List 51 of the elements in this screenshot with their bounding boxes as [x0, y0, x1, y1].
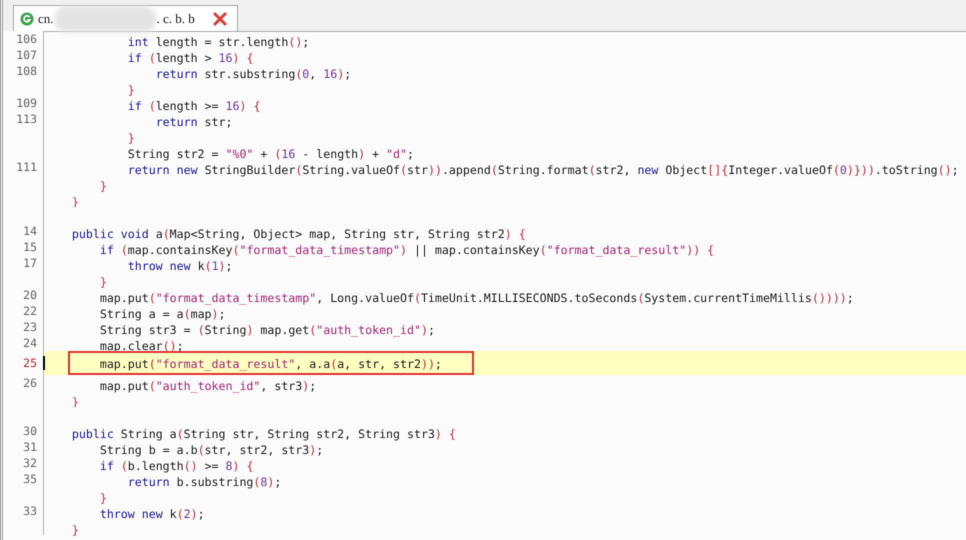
code-line: throw new k(1);	[126, 259, 233, 273]
code-line: public void a(Map<String, Object> map, String str, String str2) {	[70, 227, 526, 241]
code-line: }	[126, 83, 135, 97]
code-line: if (b.length() >= 8) {	[98, 459, 254, 473]
code-line: String str2 = "%0" + (16 - length) + "d";	[126, 147, 414, 161]
line-number: 109	[16, 96, 37, 110]
code-line: return str.substring(0, 16);	[154, 67, 352, 81]
tab-label: . c. b. b	[156, 10, 195, 26]
code-line: return b.substring(8);	[126, 475, 282, 489]
code-line: map.put("auth_token_id", str3);	[98, 379, 316, 393]
close-icon[interactable]	[212, 12, 227, 26]
code-line: }	[98, 491, 107, 505]
code-line: public String a(String str, String str2, String str3) {	[70, 427, 456, 441]
file-tab[interactable]: cn. . c. b. b	[13, 5, 238, 31]
code-line: String b = a.b(str, str2, str3);	[98, 443, 324, 457]
line-number: 35	[23, 472, 37, 486]
line-number: 14	[23, 224, 37, 238]
code-line: if (length > 16) {	[126, 51, 254, 65]
line-number: 17	[23, 256, 37, 270]
code-line: String a = a(map);	[98, 307, 226, 321]
line-number: 106	[16, 32, 37, 46]
class-file-icon	[20, 12, 34, 26]
line-number: 25	[23, 356, 37, 370]
code-line: map.put("format_data_timestamp", Long.valueOf(TimeUnit.MILLISECONDS.toSeconds(System.currentTimeMillis())));	[98, 291, 854, 305]
line-number: 24	[23, 336, 37, 350]
code-line: if (length >= 16) {	[126, 99, 260, 113]
code-line: String str3 = (String) map.get("auth_token_id");	[98, 323, 435, 337]
code-line: map.put("format_data_result", a.a(a, str, str2));	[98, 357, 442, 371]
line-number: 108	[16, 64, 37, 78]
line-number: 22	[23, 304, 37, 318]
line-number: 32	[23, 456, 37, 470]
tab-label: cn.	[38, 10, 54, 26]
line-number: 113	[16, 112, 37, 126]
code-line: if (map.containsKey("format_data_timestamp") || map.containsKey("format_data_result")) {	[98, 243, 714, 257]
line-number: 15	[23, 240, 37, 254]
code-line: int length = str.length();	[126, 35, 310, 49]
code-line: return str;	[154, 115, 232, 129]
code-line: }	[98, 275, 107, 289]
line-number: 111	[16, 160, 37, 174]
line-number: 31	[23, 440, 37, 454]
line-number: 33	[23, 504, 37, 518]
line-number: 20	[23, 288, 37, 302]
line-number: 107	[16, 48, 37, 62]
line-number: 26	[23, 376, 37, 390]
code-line: throw new k(2);	[98, 507, 205, 521]
code-line: }	[126, 131, 135, 145]
code-line: }	[98, 179, 107, 193]
code-line: return new StringBuilder(String.valueOf(str)).append(String.format(str2, new Object[]{Integer.valueOf(0)})).toString();	[126, 163, 959, 177]
line-number: 23	[23, 320, 37, 334]
line-number: 30	[23, 424, 37, 438]
code-line: }	[70, 523, 79, 537]
